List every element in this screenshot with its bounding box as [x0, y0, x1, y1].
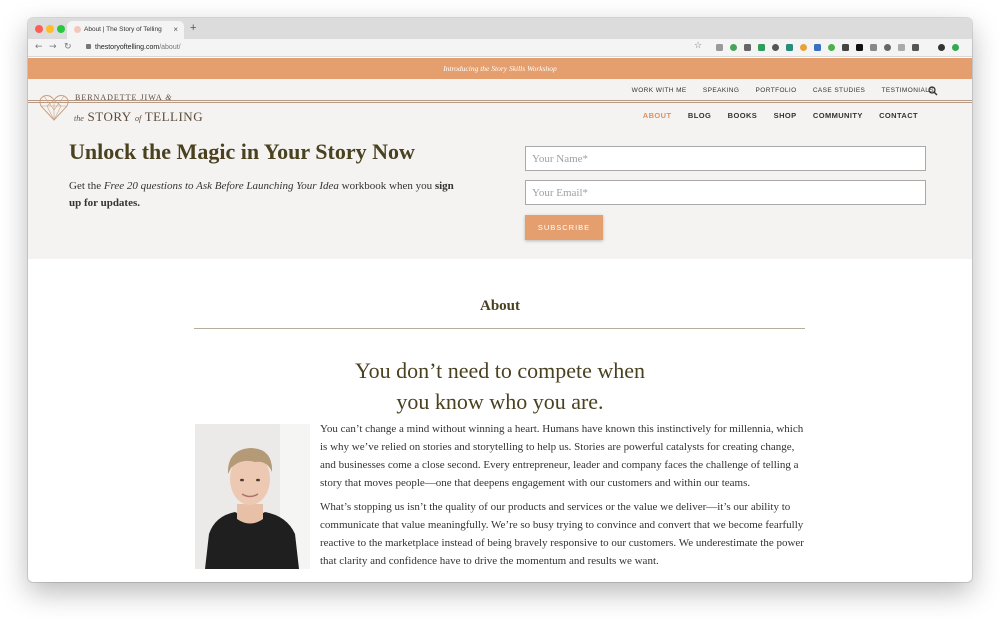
extension-icon[interactable] [814, 44, 821, 51]
top-nav: WORK WITH ME SPEAKING PORTFOLIO CASE STU… [618, 87, 934, 94]
heart-logo-icon[interactable] [38, 92, 70, 122]
logo-author[interactable]: BERNADETTE JIWA & [75, 93, 172, 102]
hero-description: Get the Free 20 questions to Ask Before … [69, 180, 454, 209]
nav-books[interactable]: BOOKS [728, 111, 758, 120]
header-divider [28, 102, 972, 103]
promo-text[interactable]: Introducing the Story Skills Workshop [28, 58, 972, 79]
bookmark-star-icon[interactable]: ☆ [694, 41, 702, 51]
email-input[interactable] [525, 180, 926, 205]
new-tab-button[interactable]: + [190, 22, 196, 34]
url-field[interactable]: thestoryoftelling.com/about/ [86, 41, 706, 54]
extension-icon[interactable] [842, 44, 849, 51]
nav-case-studies[interactable]: CASE STUDIES [813, 87, 865, 94]
extension-icon[interactable] [828, 44, 835, 51]
nav-blog[interactable]: BLOG [688, 111, 711, 120]
extension-icon[interactable] [856, 44, 863, 51]
extension-icon[interactable] [730, 44, 737, 51]
extension-icon[interactable] [772, 44, 779, 51]
browser-address-bar: ← → ↻ thestoryoftelling.com/about/ ☆ [28, 39, 972, 57]
tagline: You don’t need to compete when you know … [354, 358, 646, 414]
search-icon[interactable] [928, 86, 938, 96]
nav-shop[interactable]: SHOP [774, 111, 797, 120]
name-input[interactable] [525, 146, 926, 171]
section-heading: About [479, 298, 520, 314]
nav-testimonials[interactable]: TESTIMONIALS [882, 87, 934, 94]
url-path: /about/ [159, 44, 181, 51]
back-arrow-icon[interactable]: ← [35, 42, 43, 52]
tab-close-icon[interactable]: × [173, 25, 178, 34]
extension-icon[interactable] [870, 44, 877, 51]
extension-icon[interactable] [912, 44, 919, 51]
browser-tab[interactable]: About | The Story of Telling × [67, 21, 184, 39]
extension-icon[interactable] [952, 44, 959, 51]
url-domain: thestoryoftelling.com [95, 44, 160, 51]
extension-icon[interactable] [758, 44, 765, 51]
extension-icon[interactable] [884, 44, 891, 51]
nav-contact[interactable]: CONTACT [879, 111, 918, 120]
extension-icon[interactable] [716, 44, 723, 51]
lock-icon [86, 44, 91, 49]
section-divider [194, 328, 805, 329]
tab-title: About | The Story of Telling [84, 26, 162, 33]
extension-icon[interactable] [898, 44, 905, 51]
site-favicon-icon [74, 26, 81, 33]
about-paragraph-2: What’s stopping us isn’t the quality of … [320, 501, 804, 567]
signup-hero: Unlock the Magic in Your Story Now Get t… [28, 125, 972, 259]
browser-tab-bar: About | The Story of Telling × + [28, 18, 972, 39]
nav-portfolio[interactable]: PORTFOLIO [756, 87, 797, 94]
main-nav: ABOUT BLOG BOOKS SHOP COMMUNITY CONTACT [629, 111, 918, 120]
nav-community[interactable]: COMMUNITY [813, 111, 863, 120]
extension-icon[interactable] [786, 44, 793, 51]
nav-work-with-me[interactable]: WORK WITH ME [632, 87, 687, 94]
logo-title[interactable]: the STORY of TELLING [74, 109, 203, 125]
extension-icon[interactable] [744, 44, 751, 51]
minimize-window-button[interactable] [46, 25, 54, 33]
author-portrait [195, 424, 310, 569]
nav-speaking[interactable]: SPEAKING [703, 87, 739, 94]
browser-window: About | The Story of Telling × + ← → ↻ t… [28, 18, 972, 582]
site-header: BERNADETTE JIWA & the STORY of TELLING W… [28, 79, 972, 125]
extension-icon[interactable] [800, 44, 807, 51]
close-window-button[interactable] [35, 25, 43, 33]
forward-arrow-icon[interactable]: → [49, 42, 57, 52]
promo-banner[interactable]: Introducing the Story Skills Workshop [28, 58, 972, 79]
profile-avatar-icon[interactable] [938, 44, 945, 51]
nav-about[interactable]: ABOUT [643, 111, 672, 120]
maximize-window-button[interactable] [57, 25, 65, 33]
about-paragraph-1: You can’t change a mind without winning … [320, 423, 804, 489]
hero-title: Unlock the Magic in Your Story Now [69, 139, 415, 164]
subscribe-button[interactable]: SUBSCRIBE [525, 215, 603, 240]
reload-icon[interactable]: ↻ [64, 42, 72, 52]
